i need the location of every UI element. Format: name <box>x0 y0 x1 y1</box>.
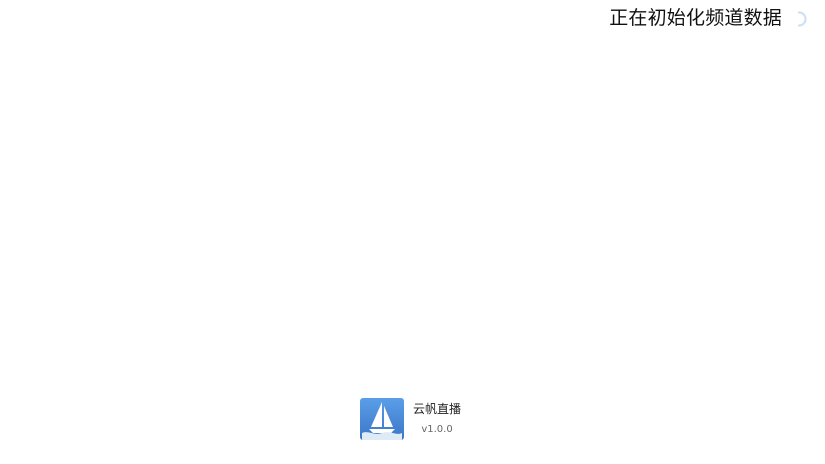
app-version: v1.0.0 <box>421 424 453 435</box>
loading-spinner-icon <box>790 10 808 28</box>
splash-screen: 正在初始化频道数据 云帆直播 v1.0.0 <box>0 0 825 464</box>
loading-status: 正在初始化频道数据 <box>609 3 808 33</box>
loading-status-text: 正在初始化频道数据 <box>609 7 782 29</box>
sailboat-logo-icon <box>360 398 404 440</box>
app-brand-text: 云帆直播 v1.0.0 <box>413 398 461 438</box>
app-branding: 云帆直播 v1.0.0 <box>360 398 480 442</box>
app-name: 云帆直播 <box>413 402 462 416</box>
